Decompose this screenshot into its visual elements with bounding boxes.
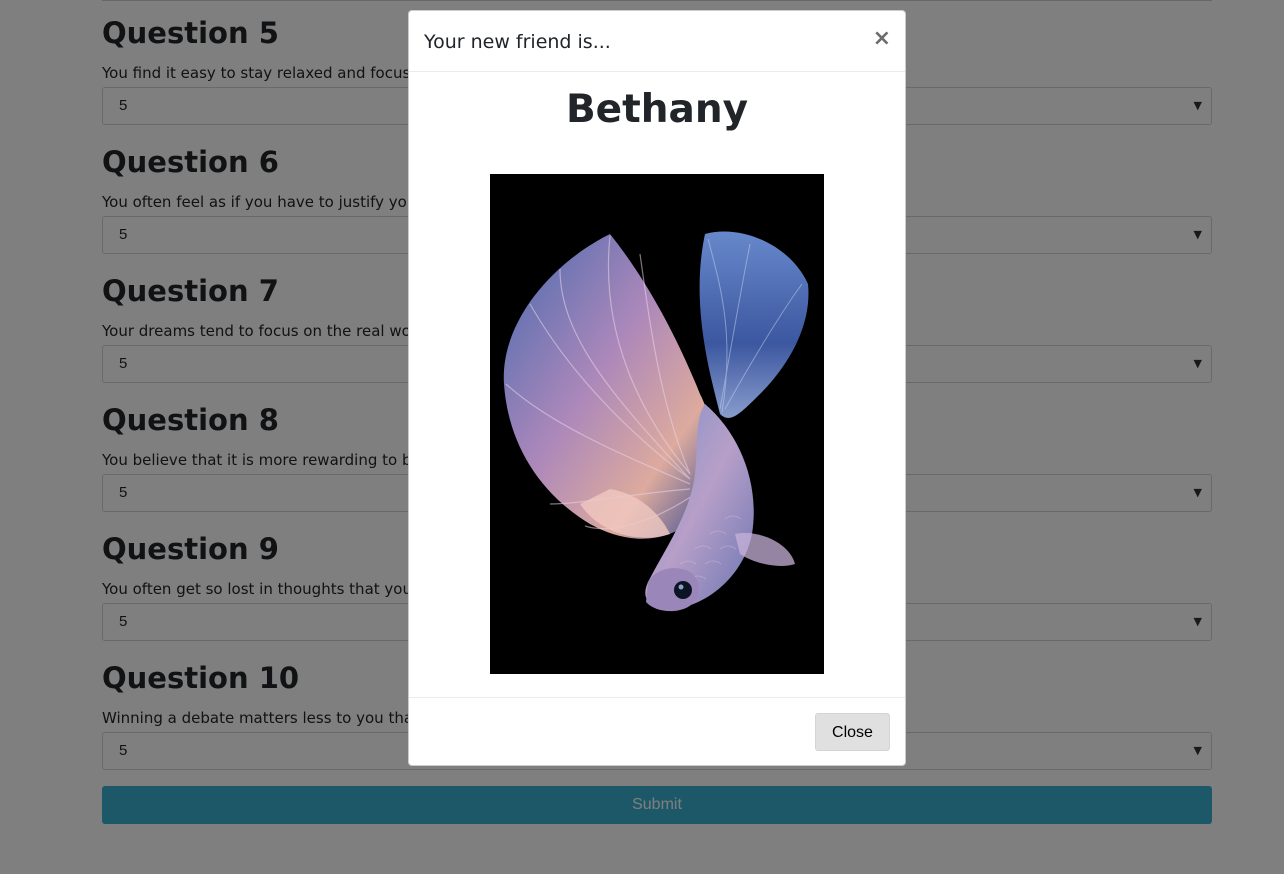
close-icon[interactable]: × <box>873 27 891 51</box>
modal-header: Your new friend is... × <box>409 11 905 72</box>
result-modal: Your new friend is... × Bethany Close <box>408 10 906 766</box>
betta-fish-image <box>490 174 824 674</box>
modal-footer: Close <box>409 697 905 766</box>
close-button[interactable]: Close <box>815 713 890 751</box>
page: Question 5 You find it easy to stay rela… <box>0 0 1284 874</box>
modal-title: Your new friend is... <box>424 31 611 53</box>
friend-name: Bethany <box>565 87 749 132</box>
